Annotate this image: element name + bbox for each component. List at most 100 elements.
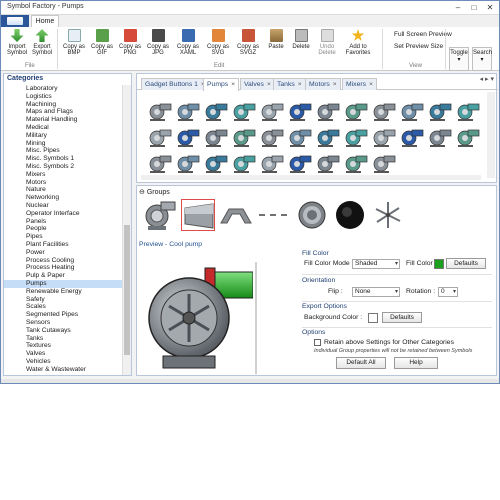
- tab-mixers[interactable]: Mixers ×: [342, 78, 377, 90]
- pump-symbol-icon[interactable]: [231, 152, 257, 174]
- category-item[interactable]: Process Cooling: [4, 257, 122, 265]
- category-item[interactable]: Operator Interface: [4, 210, 122, 218]
- category-item[interactable]: Pipes: [4, 233, 122, 241]
- undo-delete-button[interactable]: Undo Delete: [315, 29, 339, 56]
- background-color-swatch[interactable]: [368, 313, 378, 323]
- category-item[interactable]: Plant Facilities: [4, 241, 122, 249]
- close-tab-icon[interactable]: ×: [369, 81, 373, 88]
- pump-symbol-icon[interactable]: [259, 126, 285, 148]
- pump-symbol-icon[interactable]: [399, 126, 425, 148]
- copy-png-button[interactable]: Copy as PNG: [117, 29, 143, 56]
- category-item[interactable]: Misc. Symbols 2: [4, 163, 122, 171]
- group-symbol-disc[interactable]: [333, 199, 367, 231]
- pump-symbol-icon[interactable]: [287, 152, 313, 174]
- set-preview-size-button[interactable]: Set Preview Size: [394, 43, 443, 50]
- category-item[interactable]: Laboratory: [4, 85, 122, 93]
- category-item[interactable]: Process Heating: [4, 264, 122, 272]
- category-item[interactable]: Military: [4, 132, 122, 140]
- close-tab-icon[interactable]: ×: [333, 81, 337, 88]
- pump-symbol-icon[interactable]: [175, 126, 201, 148]
- pump-symbol-icon[interactable]: [315, 100, 341, 122]
- category-item[interactable]: Tank Cutaways: [4, 327, 122, 335]
- collapse-icon[interactable]: ⊖: [139, 189, 145, 196]
- pump-symbol-icon[interactable]: [427, 100, 453, 122]
- help-button[interactable]: Help: [394, 357, 438, 369]
- category-item[interactable]: Logistics: [4, 93, 122, 101]
- pump-symbol-icon[interactable]: [231, 100, 257, 122]
- tab-pumps[interactable]: Pumps ×: [203, 78, 240, 91]
- pump-symbol-icon[interactable]: [371, 152, 397, 174]
- pump-symbol-icon[interactable]: [147, 126, 173, 148]
- maximize-icon[interactable]: □: [467, 2, 481, 13]
- minimize-icon[interactable]: –: [451, 2, 465, 13]
- pump-symbol-icon[interactable]: [343, 152, 369, 174]
- category-item[interactable]: Networking: [4, 194, 122, 202]
- copy-bmp-button[interactable]: Copy as BMP: [61, 29, 87, 56]
- add-to-favorites-button[interactable]: Add to Favorites: [343, 29, 373, 56]
- pump-symbol-icon[interactable]: [203, 152, 229, 174]
- toggle-button[interactable]: Toggle ▾: [449, 47, 469, 71]
- pump-symbol-icon[interactable]: [175, 100, 201, 122]
- pump-symbol-icon[interactable]: [147, 100, 173, 122]
- retain-settings-checkbox[interactable]: [314, 339, 321, 346]
- close-tab-icon[interactable]: ×: [298, 81, 302, 88]
- file-menu-button[interactable]: [1, 15, 29, 27]
- symbol-grid-hscrollbar[interactable]: [141, 175, 481, 180]
- scrollbar-thumb[interactable]: [124, 225, 130, 355]
- group-symbol-pump[interactable]: [143, 199, 177, 231]
- pump-symbol-icon[interactable]: [371, 100, 397, 122]
- pump-symbol-icon[interactable]: [287, 126, 313, 148]
- pump-symbol-icon[interactable]: [175, 152, 201, 174]
- pump-symbol-icon[interactable]: [399, 100, 425, 122]
- pump-symbol-icon[interactable]: [427, 126, 453, 148]
- category-item[interactable]: Medical: [4, 124, 122, 132]
- fill-color-mode-select[interactable]: Shaded ▾: [352, 259, 400, 269]
- pump-symbol-icon[interactable]: [315, 126, 341, 148]
- pump-symbol-icon[interactable]: [343, 126, 369, 148]
- category-item[interactable]: Misc. Pipes: [4, 147, 122, 155]
- category-item[interactable]: Misc. Symbols 1: [4, 155, 122, 163]
- flip-select[interactable]: None ▾: [352, 287, 400, 297]
- category-item[interactable]: Nature: [4, 186, 122, 194]
- default-all-button[interactable]: Default All: [336, 357, 386, 369]
- category-scrollbar[interactable]: [122, 85, 131, 375]
- category-item[interactable]: Sensors: [4, 319, 122, 327]
- category-item[interactable]: Scales: [4, 303, 122, 311]
- symbol-grid-scrollbar[interactable]: [487, 92, 495, 178]
- export-symbol-button[interactable]: Export Symbol: [31, 29, 53, 56]
- pump-symbol-icon[interactable]: [287, 100, 313, 122]
- import-symbol-button[interactable]: Import Symbol: [5, 29, 29, 56]
- close-icon[interactable]: ✕: [483, 2, 497, 13]
- pump-symbol-icon[interactable]: [203, 126, 229, 148]
- tab-gadget-buttons-1[interactable]: Gadget Buttons 1×: [141, 78, 209, 90]
- full-screen-preview-button[interactable]: Full Screen Preview: [394, 31, 452, 38]
- category-item[interactable]: Safety: [4, 296, 122, 304]
- category-item[interactable]: People: [4, 225, 122, 233]
- category-item[interactable]: Pumps: [4, 279, 122, 288]
- copy-gif-button[interactable]: Copy as GIF: [89, 29, 115, 56]
- fill-color-defaults-button[interactable]: Defaults: [446, 258, 486, 269]
- close-tab-icon[interactable]: ×: [267, 81, 271, 88]
- category-item[interactable]: Nuclear: [4, 202, 122, 210]
- category-item[interactable]: Power: [4, 249, 122, 257]
- group-symbol-impeller[interactable]: [371, 199, 405, 231]
- pump-symbol-icon[interactable]: [231, 126, 257, 148]
- category-item[interactable]: Machining: [4, 101, 122, 109]
- group-symbol-ring[interactable]: [295, 199, 329, 231]
- pump-symbol-icon[interactable]: [259, 152, 285, 174]
- groups-header[interactable]: ⊖ Groups: [139, 188, 170, 196]
- group-symbol-cone[interactable]: [181, 199, 215, 231]
- copy-xaml-button[interactable]: Copy as XAML: [173, 29, 203, 56]
- delete-button[interactable]: Delete: [289, 29, 313, 50]
- category-item[interactable]: Valves: [4, 350, 122, 358]
- category-item[interactable]: Renewable Energy: [4, 288, 122, 296]
- tab-home[interactable]: Home: [31, 15, 59, 27]
- pump-symbol-icon[interactable]: [455, 100, 481, 122]
- category-item[interactable]: Textures: [4, 342, 122, 350]
- pump-symbol-icon[interactable]: [147, 152, 173, 174]
- category-item[interactable]: Panels: [4, 218, 122, 226]
- close-tab-icon[interactable]: ×: [231, 81, 235, 88]
- tab-motors[interactable]: Motors ×: [305, 78, 341, 90]
- copy-svg-button[interactable]: Copy as SVG: [205, 29, 231, 56]
- category-item[interactable]: Motors: [4, 179, 122, 187]
